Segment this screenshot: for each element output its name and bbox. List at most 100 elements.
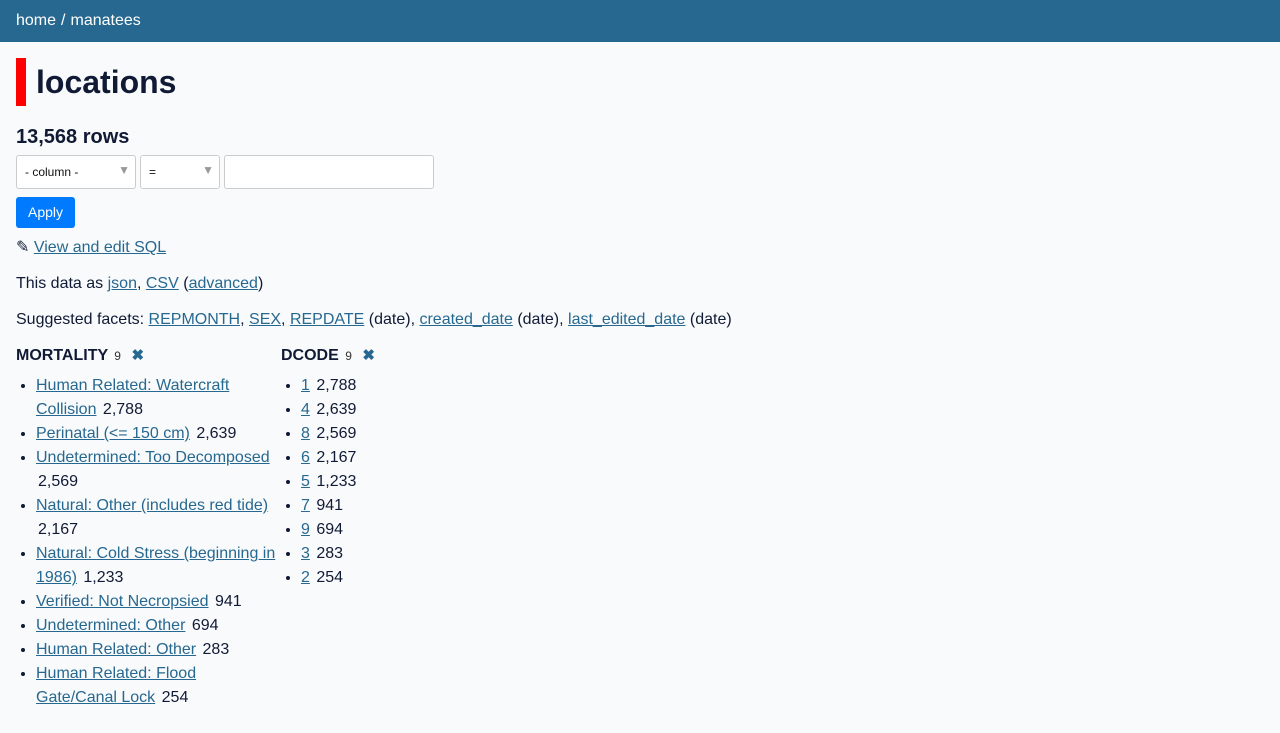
facet-value-count: 694 [316,521,344,538]
list-item: Natural: Other (includes red tide) 2,167 [36,494,281,542]
list-item: Human Related: Flood Gate/Canal Lock 254 [36,662,281,710]
title-accent-bar [16,58,26,106]
facet-value-count: 2,167 [316,449,357,466]
suggested-facet-link[interactable]: REPDATE [290,311,364,328]
facet-value-link[interactable]: 7 [301,497,310,514]
facet-name: MORTALITY [16,347,108,364]
apply-button[interactable]: Apply [16,197,76,228]
export-csv-link[interactable]: CSV [146,275,179,292]
breadcrumb-separator: / [61,12,66,29]
facet-value-link[interactable]: 3 [301,545,310,562]
facet-value-link[interactable]: 5 [301,473,310,490]
filter-row: - column - ▼ = ▼ [16,155,1264,189]
filter-value-input[interactable] [224,155,434,189]
facet-value-link[interactable]: 9 [301,521,310,538]
facet-list: 1 2,788 4 2,639 8 2,569 6 2,167 5 1,233 … [281,374,481,590]
suggested-facet-suffix: (date), [512,311,564,328]
breadcrumb-database-link[interactable]: manatees [70,12,140,30]
list-item: 5 1,233 [301,470,481,494]
facet-value-link[interactable]: Natural: Other (includes red tide) [36,497,268,514]
export-comma: , [136,275,142,292]
suggested-facet-link[interactable]: created_date [419,311,512,328]
suggested-facet-link[interactable]: SEX [249,311,281,328]
view-edit-sql-link[interactable]: View and edit SQL [34,239,166,256]
facet-value-link[interactable]: Undetermined: Other [36,617,185,634]
facet-value-count: 694 [191,617,219,634]
facet-value-count: 2,569 [316,425,357,442]
facet-mortality: MORTALITY 9 ✖ Human Related: Watercraft … [16,338,281,710]
page-header: locations [16,58,1264,106]
facet-value-link[interactable]: Undetermined: Too Decomposed [36,449,270,466]
operator-select[interactable]: = ▼ [140,155,220,189]
list-item: 1 2,788 [301,374,481,398]
pencil-icon: ✎ [16,239,30,256]
suggested-facet-suffix: , [281,311,286,328]
list-item: 8 2,569 [301,422,481,446]
facet-value-count: 254 [316,569,344,586]
facet-value-count: 2,569 [38,473,79,490]
breadcrumb-home-link[interactable]: home [16,12,56,30]
list-item: Natural: Cold Stress (beginning in 1986)… [36,542,281,590]
facet-header: MORTALITY 9 ✖ [16,338,281,374]
facet-value-count: 1,233 [316,473,357,490]
facet-value-link[interactable]: 8 [301,425,310,442]
column-select-value: - column - [25,165,79,179]
sql-row: ✎ View and edit SQL [16,230,1264,266]
operator-select-value: = [149,165,157,179]
list-item: Verified: Not Necropsied 941 [36,590,281,614]
facet-dcode: DCODE 9 ✖ 1 2,788 4 2,639 8 2,569 6 2,16… [281,338,481,710]
facet-results: MORTALITY 9 ✖ Human Related: Watercraft … [16,338,1264,710]
remove-facet-icon[interactable]: ✖ [131,347,144,364]
facet-value-count: 283 [316,545,344,562]
facet-name: DCODE [281,347,339,364]
list-item: 6 2,167 [301,446,481,470]
list-item: 4 2,639 [301,398,481,422]
list-item: 3 283 [301,542,481,566]
suggested-facet-suffix: , [240,311,245,328]
export-row: This data as json, CSV (advanced) [16,266,1264,302]
facet-value-count: 2,167 [38,521,79,538]
suggested-facet-link[interactable]: last_edited_date [568,311,685,328]
chevron-down-icon: ▼ [202,163,214,177]
list-item: 9 694 [301,518,481,542]
facet-count: 9 [114,349,121,363]
facet-value-link[interactable]: 1 [301,377,310,394]
facet-value-count: 1,233 [83,569,124,586]
facet-value-count: 2,788 [316,377,357,394]
export-label: This data as [16,275,104,292]
facet-value-link[interactable]: Verified: Not Necropsied [36,593,209,610]
suggested-facets-label: Suggested facets: [16,311,145,328]
facet-header: DCODE 9 ✖ [281,338,481,374]
top-nav: home / manatees [0,0,1280,42]
main-content: locations 13,568 rows - column - ▼ = ▼ A… [0,58,1280,710]
facet-list: Human Related: Watercraft Collision 2,78… [16,374,281,710]
facet-value-link[interactable]: 4 [301,401,310,418]
export-close-paren: ) [257,275,264,292]
column-select[interactable]: - column - ▼ [16,155,136,189]
export-json-link[interactable]: json [108,275,137,292]
remove-facet-icon[interactable]: ✖ [362,347,375,364]
list-item: 7 941 [301,494,481,518]
facet-value-count: 2,639 [316,401,357,418]
facet-value-link[interactable]: Human Related: Other [36,641,196,658]
suggested-facet-suffix: (date), [364,311,416,328]
suggested-facet-link[interactable]: REPMONTH [149,311,241,328]
export-advanced-link[interactable]: advanced [189,275,258,292]
facet-value-count: 283 [202,641,230,658]
facet-value-link[interactable]: 6 [301,449,310,466]
list-item: Human Related: Watercraft Collision 2,78… [36,374,281,422]
list-item: Human Related: Other 283 [36,638,281,662]
suggested-facets: Suggested facets: REPMONTH, SEX, REPDATE… [16,302,1264,338]
facet-value-link[interactable]: Natural: Cold Stress (beginning in 1986) [36,545,275,586]
facet-value-link[interactable]: 2 [301,569,310,586]
row-count: 13,568 rows [16,126,130,148]
facet-value-count: 941 [316,497,344,514]
facet-value-link[interactable]: Perinatal (<= 150 cm) [36,425,190,442]
facet-value-count: 941 [214,593,242,610]
chevron-down-icon: ▼ [118,163,130,177]
list-item: Perinatal (<= 150 cm) 2,639 [36,422,281,446]
facet-count: 9 [345,349,352,363]
facet-value-count: 2,639 [196,425,237,442]
list-item: Undetermined: Too Decomposed 2,569 [36,446,281,494]
suggested-facet-suffix: (date) [685,311,732,328]
